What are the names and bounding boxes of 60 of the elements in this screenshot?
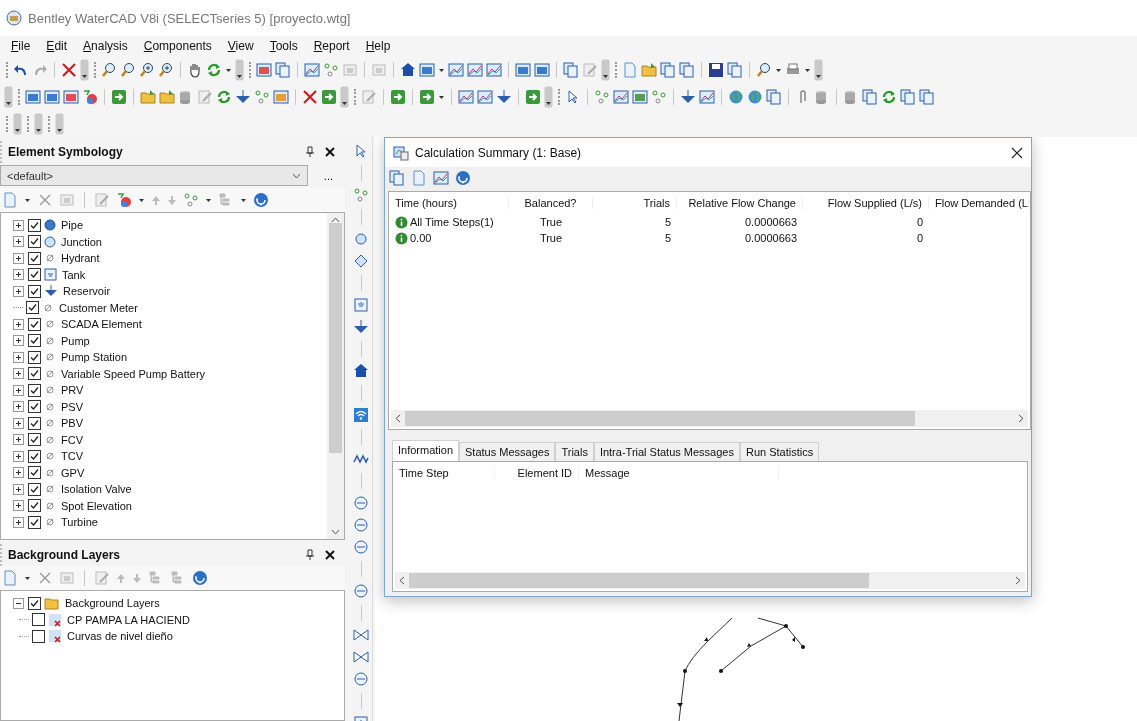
table-cell-text: 0.0000663 (744, 232, 798, 244)
tree-item-label[interactable]: FCV (59, 433, 85, 446)
dialog-title: Calculation Summary (1: Base) (415, 145, 583, 160)
column-header[interactable]: Trials (593, 197, 677, 209)
tree-item-label[interactable]: Spot Elevation (59, 499, 134, 512)
tree-item-label[interactable]: Junction (59, 235, 104, 248)
column-header[interactable]: Flow Demanded (L (929, 197, 1029, 209)
window-title: Bentley WaterCAD V8i (SELECTseries 5) [proyecto.wtg] (28, 10, 351, 26)
tree-item-label[interactable]: Variable Speed Pump Battery (59, 367, 208, 380)
tab[interactable]: Intra-Trial Status Messages (593, 442, 740, 461)
table-cell-text: 0 (915, 216, 924, 228)
menu-item[interactable]: Report (306, 37, 357, 55)
column-header[interactable]: Relative Flow Change (677, 197, 803, 209)
tab[interactable]: Run Statistics (740, 442, 820, 461)
table-cell-text: 0 (915, 232, 924, 244)
menu-item[interactable]: Tools (262, 37, 305, 55)
menu-item[interactable]: Edit (39, 37, 75, 55)
tab[interactable]: Trials (555, 442, 594, 461)
tree-item-label[interactable]: Pump (59, 334, 92, 347)
tree-item-label[interactable]: Tank (60, 268, 88, 281)
column-header[interactable]: Message (579, 467, 779, 479)
tree-item-label[interactable]: TCV (59, 450, 85, 463)
menu-item[interactable]: Analysis (76, 37, 135, 55)
panel-title: Element Symbology (8, 145, 124, 159)
tree-item-label[interactable]: Pump Station (59, 351, 130, 364)
table-cell-text: True (538, 232, 564, 244)
tree-item-label[interactable]: Curvas de nivel dieño (65, 630, 175, 643)
menu-item[interactable]: Components (136, 37, 219, 55)
menu-item[interactable]: View (220, 37, 261, 55)
tree-item-label[interactable]: PBV (59, 417, 85, 430)
tab[interactable]: Information (392, 440, 460, 461)
tree-item-label[interactable]: GPV (59, 466, 87, 479)
column-header[interactable]: Flow Supplied (L/s) (803, 197, 929, 209)
column-header[interactable]: Balanced? (509, 197, 593, 209)
tree-item-label[interactable]: PRV (59, 384, 86, 397)
symbology-dropdown[interactable]: <default> (0, 165, 308, 186)
tree-item-label[interactable]: Isolation Valve (59, 483, 134, 496)
tree-item-label[interactable]: CP PAMPA LA HACIEND (65, 613, 192, 626)
table-cell-text: 0.0000663 (744, 216, 798, 228)
tree-item-label[interactable]: Hydrant (59, 252, 102, 265)
tree-item-label[interactable]: Pipe (59, 219, 86, 232)
table-cell-text: 5 (663, 232, 672, 244)
column-header[interactable]: Time Step (393, 467, 495, 479)
panel-title: Background Layers (8, 548, 122, 562)
table-cell-text: 5 (663, 216, 672, 228)
tree-item-label[interactable]: Background Layers (63, 597, 162, 610)
tree-item-label[interactable]: SCADA Element (59, 318, 144, 331)
tree-item-label[interactable]: PSV (59, 400, 85, 413)
menu-item[interactable]: Help (358, 37, 398, 55)
table-cell: All Time Steps(1) (410, 216, 494, 228)
menu-item[interactable]: File (4, 37, 38, 55)
column-header[interactable]: Time (hours) (389, 197, 509, 209)
table-cell: 0.00 (410, 232, 432, 244)
tree-item-label[interactable]: Turbine (59, 516, 100, 529)
browse-button[interactable]: ... (315, 169, 341, 182)
tree-item-label[interactable]: Reservoir (61, 285, 113, 298)
column-header[interactable]: Element ID (495, 467, 579, 479)
table-cell-text: True (538, 216, 564, 228)
tab[interactable]: Status Messages (459, 442, 556, 461)
tree-item-label[interactable]: Customer Meter (57, 301, 140, 314)
